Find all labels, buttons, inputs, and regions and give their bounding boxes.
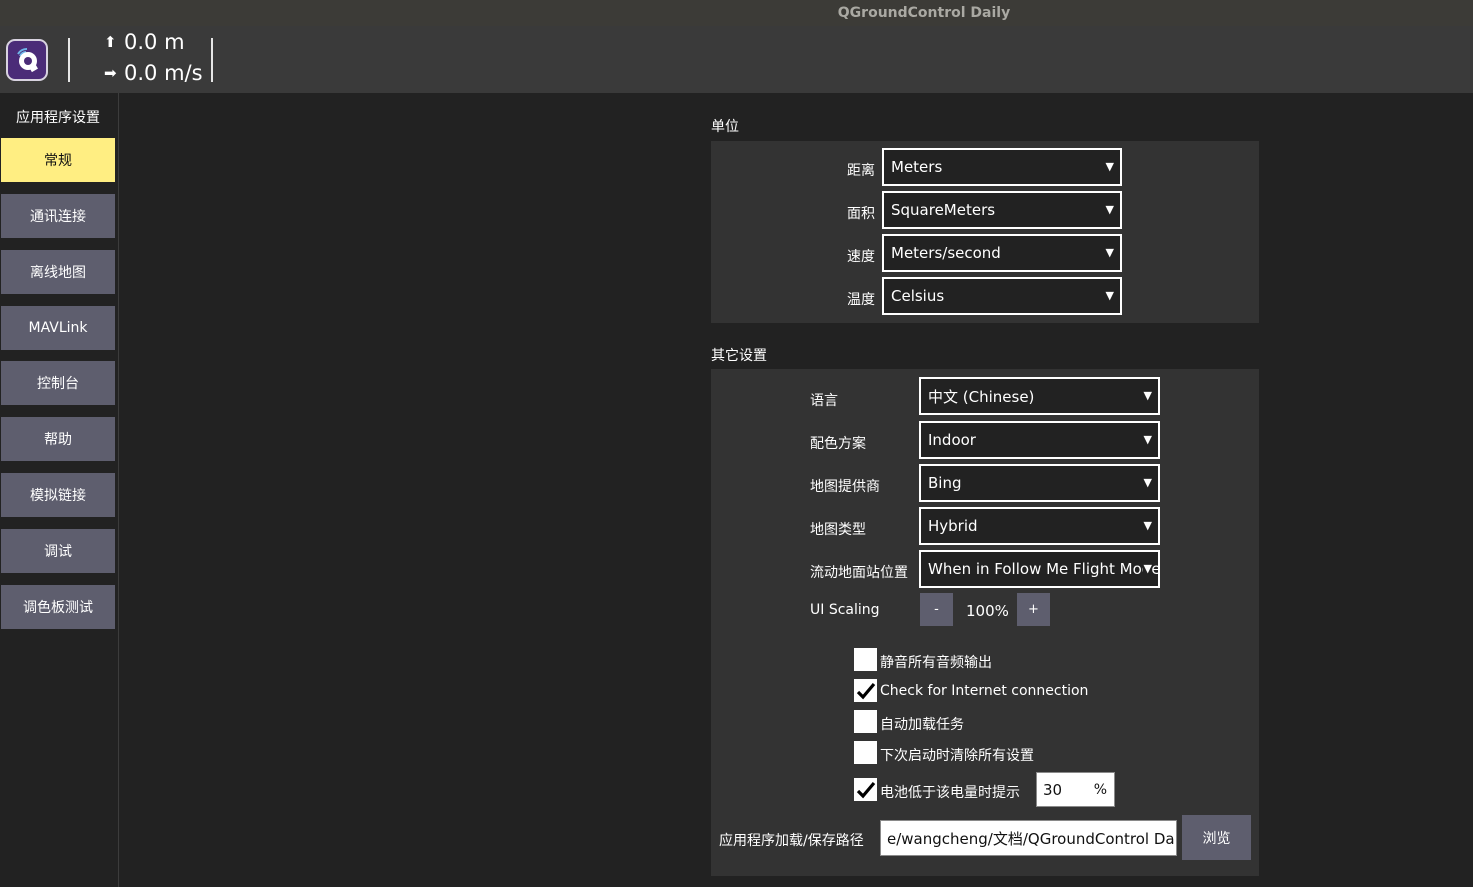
area-unit-select[interactable]: SquareMeters ▼ bbox=[882, 191, 1122, 229]
gcs-position-value: When in Follow Me Flight Mode bbox=[928, 560, 1160, 578]
dropdown-arrow-icon: ▼ bbox=[1104, 160, 1114, 173]
gcs-position-select[interactable]: When in Follow Me Flight Mode ▼ bbox=[919, 550, 1160, 588]
clear-settings-checkbox[interactable] bbox=[854, 741, 877, 764]
temperature-unit-select[interactable]: Celsius ▼ bbox=[882, 277, 1122, 315]
language-select[interactable]: 中文 (Chinese) ▼ bbox=[919, 377, 1160, 415]
language-value: 中文 (Chinese) bbox=[928, 387, 1035, 406]
color-scheme-label: 配色方案 bbox=[810, 436, 866, 452]
save-path-value: e/wangcheng/文档/QGroundControl Daily bbox=[887, 829, 1177, 848]
ui-scaling-increase-button[interactable]: + bbox=[1017, 593, 1050, 626]
save-path-input[interactable]: e/wangcheng/文档/QGroundControl Daily bbox=[880, 820, 1177, 856]
sidebar-heading: 应用程序设置 bbox=[16, 110, 100, 126]
area-label: 面积 bbox=[847, 206, 875, 222]
gcs-position-label: 流动地面站位置 bbox=[810, 565, 908, 581]
check-internet-label: Check for Internet connection bbox=[880, 683, 1089, 699]
window-title: QGroundControl Daily bbox=[837, 5, 1011, 21]
dropdown-arrow-icon: ▼ bbox=[1104, 289, 1114, 302]
map-type-value: Hybrid bbox=[928, 517, 978, 535]
altitude-readout: ⬆ 0.0 m bbox=[104, 30, 185, 54]
mute-audio-checkbox[interactable] bbox=[854, 648, 877, 671]
clear-settings-label: 下次启动时清除所有设置 bbox=[880, 748, 1034, 764]
speed-label: 速度 bbox=[847, 249, 875, 265]
map-provider-select[interactable]: Bing ▼ bbox=[919, 464, 1160, 502]
battery-warning-checkbox[interactable] bbox=[854, 778, 877, 801]
sidebar-item-console[interactable]: 控制台 bbox=[1, 361, 115, 405]
sidebar-item-comm-links[interactable]: 通讯连接 bbox=[1, 194, 115, 238]
color-scheme-value: Indoor bbox=[928, 431, 976, 449]
altitude-value: 0.0 m bbox=[124, 30, 185, 54]
battery-warning-input[interactable]: 30 % bbox=[1036, 772, 1115, 807]
dropdown-arrow-icon: ▼ bbox=[1104, 203, 1114, 216]
other-section-title: 其它设置 bbox=[711, 348, 767, 364]
settings-sidebar: 应用程序设置 常规 通讯连接 离线地图 MAVLink 控制台 帮助 模拟链接 … bbox=[0, 93, 119, 887]
sidebar-item-offline-maps[interactable]: 离线地图 bbox=[1, 250, 115, 294]
toolbar-divider bbox=[211, 38, 213, 82]
dropdown-arrow-icon: ▼ bbox=[1142, 389, 1152, 402]
sidebar-item-palette-test[interactable]: 调色板测试 bbox=[1, 585, 115, 629]
toolbar-divider bbox=[68, 38, 70, 82]
sidebar-item-debug[interactable]: 调试 bbox=[1, 529, 115, 573]
dropdown-arrow-icon: ▼ bbox=[1142, 433, 1152, 446]
dropdown-arrow-icon: ▼ bbox=[1142, 519, 1152, 532]
battery-warning-value: 30 bbox=[1043, 780, 1063, 799]
dropdown-arrow-icon: ▼ bbox=[1142, 476, 1152, 489]
speed-unit-select[interactable]: Meters/second ▼ bbox=[882, 234, 1122, 272]
battery-warning-unit: % bbox=[1093, 781, 1107, 798]
dropdown-arrow-icon: ▼ bbox=[1104, 246, 1114, 259]
checkmark-icon bbox=[856, 781, 875, 798]
temperature-unit-value: Celsius bbox=[891, 287, 945, 305]
autoload-missions-label: 自动加载任务 bbox=[880, 717, 964, 733]
color-scheme-select[interactable]: Indoor ▼ bbox=[919, 421, 1160, 459]
ui-scaling-value: 100% bbox=[966, 602, 1009, 620]
language-label: 语言 bbox=[810, 393, 838, 409]
map-provider-label: 地图提供商 bbox=[810, 479, 880, 495]
dropdown-arrow-icon: ▼ bbox=[1142, 562, 1152, 575]
speed-readout: ➡ 0.0 m/s bbox=[104, 61, 203, 85]
save-path-label: 应用程序加载/保存路径 bbox=[719, 833, 864, 849]
speed-unit-value: Meters/second bbox=[891, 244, 1001, 262]
distance-unit-value: Meters bbox=[891, 158, 943, 176]
checkmark-icon bbox=[856, 682, 875, 699]
qgc-logo-icon[interactable] bbox=[6, 39, 48, 81]
sidebar-item-help[interactable]: 帮助 bbox=[1, 417, 115, 461]
sidebar-item-mock-link[interactable]: 模拟链接 bbox=[1, 473, 115, 517]
battery-warning-label: 电池低于该电量时提示 bbox=[880, 785, 1020, 801]
map-provider-value: Bing bbox=[928, 474, 962, 492]
speed-value: 0.0 m/s bbox=[124, 61, 203, 85]
mute-audio-label: 静音所有音频输出 bbox=[880, 655, 992, 671]
arrow-right-icon: ➡ bbox=[104, 64, 117, 82]
browse-button[interactable]: 浏览 bbox=[1182, 815, 1251, 860]
check-internet-checkbox[interactable] bbox=[854, 679, 877, 702]
window-titlebar: QGroundControl Daily bbox=[0, 0, 1473, 26]
area-unit-value: SquareMeters bbox=[891, 201, 996, 219]
sidebar-item-general[interactable]: 常规 bbox=[1, 138, 115, 182]
ui-scaling-decrease-button[interactable]: - bbox=[920, 593, 953, 626]
distance-label: 距离 bbox=[847, 163, 875, 179]
distance-unit-select[interactable]: Meters ▼ bbox=[882, 148, 1122, 186]
sidebar-item-mavlink[interactable]: MAVLink bbox=[1, 306, 115, 350]
arrow-up-icon: ⬆ bbox=[104, 33, 117, 51]
map-type-select[interactable]: Hybrid ▼ bbox=[919, 507, 1160, 545]
units-section-title: 单位 bbox=[711, 119, 739, 135]
autoload-missions-checkbox[interactable] bbox=[854, 710, 877, 733]
main-toolbar: ⬆ 0.0 m ➡ 0.0 m/s bbox=[0, 26, 1473, 93]
temperature-label: 温度 bbox=[847, 292, 875, 308]
ui-scaling-label: UI Scaling bbox=[810, 602, 880, 618]
map-type-label: 地图类型 bbox=[810, 522, 866, 538]
